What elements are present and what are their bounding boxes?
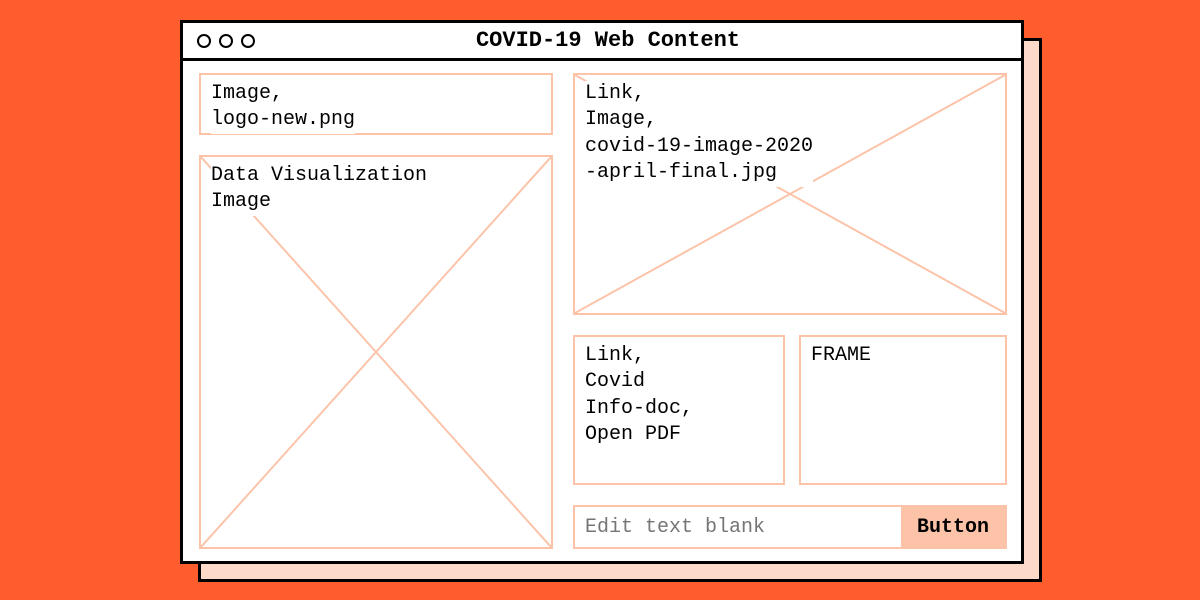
placeholder-label: Link, Covid Info-doc, Open PDF <box>585 343 693 449</box>
placeholder-label: Data Visualization Image <box>211 163 427 216</box>
window-title: COVID-19 Web Content <box>209 28 1007 53</box>
placeholder-label: Image, logo-new.png <box>211 81 355 134</box>
placeholder-label: Link, Image, covid-19-image-2020 -april-… <box>585 81 813 187</box>
logo-image-placeholder: Image, logo-new.png <box>199 73 553 135</box>
titlebar: COVID-19 Web Content <box>183 23 1021 61</box>
data-visualization-placeholder: Data Visualization Image <box>199 155 553 549</box>
input-row: Button <box>573 505 1007 549</box>
placeholder-label: FRAME <box>811 343 871 369</box>
content-area: Image, logo-new.png Data Visualization I… <box>199 73 1005 547</box>
frame-placeholder: FRAME <box>799 335 1007 485</box>
text-input[interactable] <box>575 507 901 547</box>
app-window: COVID-19 Web Content Image, logo-new.png… <box>180 20 1024 564</box>
submit-button[interactable]: Button <box>901 507 1005 547</box>
hero-image-link-placeholder[interactable]: Link, Image, covid-19-image-2020 -april-… <box>573 73 1007 315</box>
pdf-link-placeholder[interactable]: Link, Covid Info-doc, Open PDF <box>573 335 785 485</box>
